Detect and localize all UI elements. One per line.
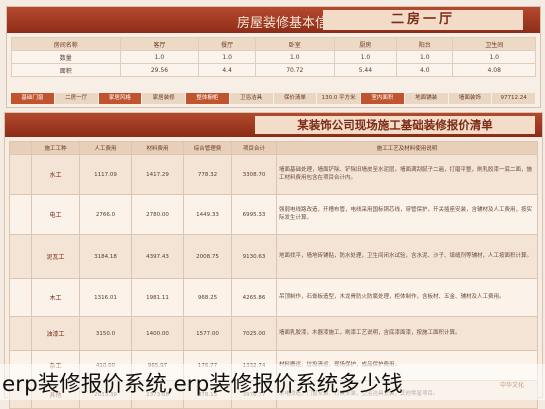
row-index bbox=[9, 234, 32, 279]
cell: 5.44 bbox=[333, 63, 398, 77]
row-label: 数量 bbox=[11, 50, 121, 64]
item-description: 地面找平，墙地砖铺贴，防水处理，卫生间闭水试验，含水泥、沙子、填缝剂等辅材，人工… bbox=[276, 234, 538, 279]
item-total: 9130.63 bbox=[231, 234, 277, 279]
tab-9[interactable]: 地面铺装 bbox=[404, 93, 449, 104]
quote-title: 某装饰公司现场施工基础装修报价清单 bbox=[255, 116, 535, 134]
tab-1[interactable]: 二房一厅 bbox=[54, 93, 99, 104]
table-row: 数量 1.0 1.0 1.0 1.0 1.0 1.0 bbox=[11, 50, 536, 64]
mgmt-fee: 1577.00 bbox=[183, 316, 232, 351]
table-row: 水工 1117.09 1417.29 778.32 3308.70 墙面基础处理… bbox=[9, 154, 538, 195]
caption-bar: erp装修报价系统,erp装修报价系统多少钱 bbox=[0, 364, 545, 400]
header-cell: 客厅 bbox=[119, 37, 200, 51]
row-index bbox=[9, 194, 32, 235]
header-cell: 施工工艺及材料使用说明 bbox=[276, 141, 538, 155]
trade-name: 电工 bbox=[31, 194, 80, 235]
tab-6[interactable]: 保价清单 bbox=[273, 93, 318, 104]
tab-4[interactable]: 整体橱柜 bbox=[186, 93, 230, 104]
watermark: 中华文化 bbox=[500, 382, 525, 389]
header-cell: 材料费用 bbox=[131, 141, 184, 155]
header-cell: 阳台 bbox=[396, 37, 454, 51]
header-cell: 人工费用 bbox=[79, 141, 132, 155]
header-cell: 施工工种 bbox=[31, 141, 80, 155]
cell: 29.56 bbox=[119, 63, 200, 77]
material-cost: 4397.43 bbox=[131, 234, 184, 279]
material-cost: 1981.11 bbox=[131, 278, 184, 317]
caption-text: erp装修报价系统,erp装修报价系统多少钱 bbox=[2, 372, 403, 397]
trade-name: 泥瓦工 bbox=[31, 234, 80, 279]
table-row: 面积 29.56 4.4 70.72 5.44 4.0 4.08 bbox=[11, 63, 536, 77]
house-info-banner: 房屋装修基本信息 二房一厅 bbox=[7, 7, 540, 33]
cell: 1.0 bbox=[198, 50, 256, 64]
summary-tab-bar: 基础门窗 二房一厅 家居风格 家居装修 整体橱柜 卫浴洁具 保价清单 130.0… bbox=[11, 93, 536, 104]
item-total: 7025.00 bbox=[231, 316, 277, 351]
header-cell: 综合管理费 bbox=[183, 141, 232, 155]
tab-7[interactable]: 130.0 平方米 bbox=[317, 93, 361, 104]
item-total: 4265.86 bbox=[231, 278, 277, 317]
cell: 1.0 bbox=[254, 50, 335, 64]
labor-cost: 1117.09 bbox=[79, 154, 132, 195]
cell: 1.0 bbox=[396, 50, 454, 64]
tab-8[interactable]: 室内面积 bbox=[361, 93, 405, 104]
header-cell: 项目合计 bbox=[231, 141, 277, 155]
table-row: 油漆工 3150.0 1400.00 1577.00 7025.00 墙面乳胶漆… bbox=[9, 316, 538, 351]
tab-0[interactable]: 基础门窗 bbox=[11, 93, 55, 104]
trade-name: 木工 bbox=[31, 278, 80, 317]
labor-cost: 3184.18 bbox=[79, 234, 132, 279]
header-cell: 卫生间 bbox=[452, 37, 536, 51]
item-description: 吊顶制作，石膏板造型，木龙骨防火防腐处理，柜体制作，含板材、五金、辅材及人工费用… bbox=[276, 278, 538, 317]
header-cell: 厨房 bbox=[333, 37, 398, 51]
table-row: 电工 2766.0 2780.00 1449.33 6995.33 强弱电线路改… bbox=[9, 194, 538, 235]
cell: 4.0 bbox=[396, 63, 454, 77]
row-index bbox=[9, 278, 32, 317]
tab-3[interactable]: 家居装修 bbox=[142, 93, 186, 104]
cell: 70.72 bbox=[254, 63, 335, 77]
mgmt-fee: 968.25 bbox=[183, 278, 232, 317]
quote-banner: 某装饰公司现场施工基础装修报价清单 bbox=[5, 113, 542, 137]
header-cell: 卧室 bbox=[254, 37, 335, 51]
cell: 1.0 bbox=[333, 50, 398, 64]
house-type-title: 二房一厅 bbox=[323, 10, 523, 30]
house-info-card: 房屋装修基本信息 二房一厅 房间名称 客厅 餐厅 卧室 厨房 阳台 卫生间 数量… bbox=[6, 6, 541, 108]
item-total: 6995.33 bbox=[231, 194, 277, 235]
mgmt-fee: 2008.75 bbox=[183, 234, 232, 279]
tab-11[interactable]: 97712.24 bbox=[492, 93, 536, 104]
tab-2[interactable]: 家居风格 bbox=[98, 93, 143, 104]
tab-10[interactable]: 墙面装饰 bbox=[448, 93, 493, 104]
material-cost: 1400.00 bbox=[131, 316, 184, 351]
labor-cost: 2766.0 bbox=[79, 194, 132, 235]
row-label: 面积 bbox=[11, 63, 121, 77]
mgmt-fee: 1449.33 bbox=[183, 194, 232, 235]
header-cell: 房间名称 bbox=[11, 37, 121, 51]
item-description: 强弱电线路改造，开槽布管，电线采用国标铜芯线，穿管保护，开关插座安装，含辅材及人… bbox=[276, 194, 538, 235]
header-cell bbox=[9, 141, 32, 155]
mgmt-fee: 778.32 bbox=[183, 154, 232, 195]
cell: 4.08 bbox=[452, 63, 536, 77]
quote-card: 某装饰公司现场施工基础装修报价清单 施工工种 人工费用 材料费用 综合管理费 项… bbox=[4, 112, 543, 409]
trade-name: 油漆工 bbox=[31, 316, 80, 351]
table-row: 木工 1316.01 1981.11 968.25 4265.86 吊顶制作，石… bbox=[9, 278, 538, 317]
labor-cost: 3150.0 bbox=[79, 316, 132, 351]
tab-5[interactable]: 卫浴洁具 bbox=[229, 93, 274, 104]
material-cost: 2780.00 bbox=[131, 194, 184, 235]
material-cost: 1417.29 bbox=[131, 154, 184, 195]
trade-name: 水工 bbox=[31, 154, 80, 195]
header-cell: 餐厅 bbox=[198, 37, 256, 51]
item-description: 墙面基础处理，墙面铲除、铲除旧墙皮至水泥层，墙面满刮腻子二遍，打磨平整，刷乳胶漆… bbox=[276, 154, 538, 195]
row-index bbox=[9, 154, 32, 195]
cell: 1.0 bbox=[119, 50, 200, 64]
item-description: 墙面乳胶漆，木器漆施工，刷漆工艺说明，含底漆面漆，按施工面积计算。 bbox=[276, 316, 538, 351]
cell: 4.4 bbox=[198, 63, 256, 77]
house-info-table: 房间名称 客厅 餐厅 卧室 厨房 阳台 卫生间 数量 1.0 1.0 1.0 1… bbox=[11, 37, 536, 77]
cell: 1.0 bbox=[452, 50, 536, 64]
item-total: 3308.70 bbox=[231, 154, 277, 195]
table-row: 泥瓦工 3184.18 4397.43 2008.75 9130.63 地面找平… bbox=[9, 234, 538, 279]
labor-cost: 1316.01 bbox=[79, 278, 132, 317]
row-index bbox=[9, 316, 32, 351]
